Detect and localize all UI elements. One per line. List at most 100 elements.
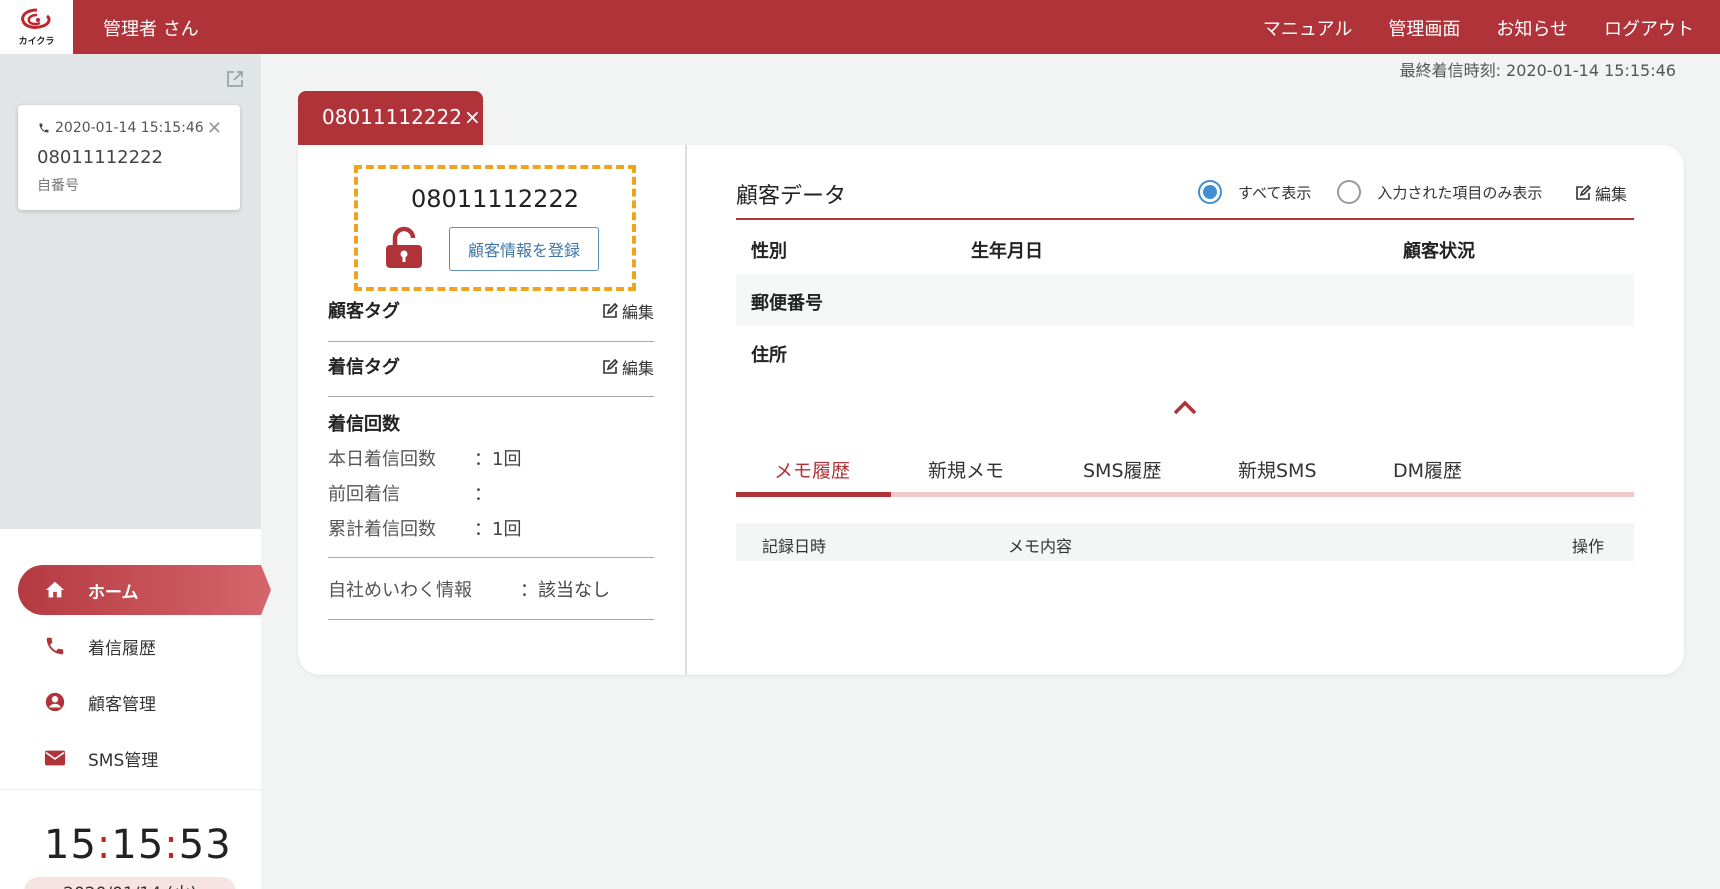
tab-new-sms[interactable]: 新規SMS bbox=[1238, 456, 1317, 483]
phone-icon bbox=[39, 123, 49, 133]
sidebar-item-label: ホーム bbox=[88, 582, 139, 603]
total-count-row: 累計着信回数 ：1回 bbox=[328, 515, 521, 541]
col-record-date: 記録日時 bbox=[762, 537, 827, 556]
call-timestamp: 2020-01-14 15:15:46 bbox=[38, 120, 204, 136]
section-divider bbox=[328, 396, 654, 397]
gender-label: 性別 bbox=[751, 241, 787, 262]
previous-call-row: 前回着信 ： bbox=[328, 480, 492, 506]
close-icon[interactable]: × bbox=[464, 105, 481, 129]
sidebar-item-label: 着信履歴 bbox=[88, 638, 156, 659]
sidebar-item-label: 顧客管理 bbox=[88, 694, 156, 715]
sidebar-item-customers[interactable]: 顧客管理 bbox=[18, 677, 261, 727]
section-divider bbox=[328, 557, 654, 558]
sidebar-item-sms[interactable]: SMS管理 bbox=[18, 733, 261, 783]
column-divider bbox=[685, 145, 687, 675]
chevron-up-icon[interactable] bbox=[1171, 398, 1199, 420]
memo-tabs: メモ履歴 新規メモ SMS履歴 新規SMS DM履歴 bbox=[736, 456, 1634, 496]
edit-icon bbox=[603, 359, 618, 374]
incoming-tag-title: 着信タグ bbox=[328, 357, 400, 378]
app-logo[interactable]: カイクラ bbox=[0, 0, 73, 54]
previous-call-value: ： bbox=[474, 484, 492, 505]
nuisance-info-row: 自社めいわく情報 ：該当なし bbox=[328, 576, 654, 602]
incoming-call-card[interactable]: 2020-01-14 15:15:46 ✕ 08011112222 自番号 bbox=[18, 105, 240, 210]
customer-data-title: 顧客データ bbox=[736, 184, 847, 209]
sidebar-item-label: SMS管理 bbox=[88, 750, 159, 771]
clock-seconds: 53 bbox=[178, 822, 232, 868]
nav-notices[interactable]: お知らせ bbox=[1496, 15, 1568, 41]
customer-tag-title: 顧客タグ bbox=[328, 301, 400, 322]
nuisance-info-label: 自社めいわく情報 bbox=[328, 580, 472, 601]
incoming-tag-row: 着信タグ 編集 bbox=[328, 353, 654, 379]
incoming-tag-edit-button[interactable]: 編集 bbox=[602, 355, 654, 379]
section-divider bbox=[328, 341, 654, 342]
nav-admin[interactable]: 管理画面 bbox=[1388, 15, 1460, 41]
edit-label: 編集 bbox=[621, 303, 654, 322]
display-mode-radio-group: すべて表示 入力された項目のみ表示 bbox=[1198, 180, 1542, 204]
radio-show-filled[interactable] bbox=[1337, 180, 1362, 204]
customer-row-address: 住所 bbox=[736, 326, 1634, 378]
radio-show-all[interactable] bbox=[1198, 180, 1222, 204]
digital-clock: 15:15:53 bbox=[44, 822, 232, 868]
nav-manual[interactable]: マニュアル bbox=[1263, 15, 1352, 41]
memo-tab-indicator bbox=[736, 492, 891, 497]
call-label: 自番号 bbox=[37, 178, 79, 194]
sidebar-divider bbox=[0, 789, 261, 790]
last-call-time: 最終着信時刻: 2020-01-14 15:15:46 bbox=[1399, 61, 1676, 80]
customer-tag-row: 顧客タグ 編集 bbox=[328, 297, 654, 323]
call-number: 08011112222 bbox=[37, 147, 163, 168]
call-count-title-row: 着信回数 bbox=[328, 410, 654, 436]
memo-table-header: 記録日時 メモ内容 操作 bbox=[736, 523, 1634, 561]
customer-data-underline bbox=[736, 218, 1634, 220]
today-count-row: 本日着信回数 ：1回 bbox=[328, 445, 521, 471]
edit-icon bbox=[603, 303, 618, 318]
customer-status-label: 顧客状況 bbox=[1403, 241, 1475, 262]
top-nav: マニュアル 管理画面 お知らせ ログアウト bbox=[1263, 15, 1694, 41]
edit-label: 編集 bbox=[621, 359, 654, 378]
postal-code-label: 郵便番号 bbox=[751, 293, 823, 314]
customer-edit-button[interactable]: 編集 bbox=[1575, 181, 1627, 205]
customer-row-postal: 郵便番号 bbox=[736, 274, 1634, 326]
clock-date: 2020/01/14 (火) bbox=[24, 877, 236, 889]
clock-minutes: 15 bbox=[111, 822, 165, 868]
nuisance-info-value: ：該当なし bbox=[520, 580, 610, 601]
section-divider bbox=[328, 619, 654, 620]
sidebar-item-home[interactable]: ホーム bbox=[18, 565, 271, 615]
logo-text: カイクラ bbox=[18, 37, 55, 47]
phone-icon bbox=[42, 635, 68, 657]
user-name: 管理者 さん bbox=[103, 19, 199, 40]
tab-phone-label: 08011112222 bbox=[322, 105, 462, 129]
app-header: カイクラ 管理者 さん マニュアル 管理画面 お知らせ ログアウト bbox=[0, 0, 1720, 54]
birthday-label: 生年月日 bbox=[971, 241, 1043, 262]
edit-label: 編集 bbox=[1595, 185, 1628, 204]
nav-logout[interactable]: ログアウト bbox=[1604, 15, 1694, 41]
mail-icon bbox=[42, 749, 68, 767]
total-count-value: ：1回 bbox=[474, 519, 522, 540]
tab-sms-history[interactable]: SMS履歴 bbox=[1083, 456, 1162, 483]
col-memo-content: メモ内容 bbox=[1008, 537, 1073, 556]
caller-phone-number: 08011112222 bbox=[411, 185, 579, 213]
today-count-value: ：1回 bbox=[474, 449, 522, 470]
tab-new-memo[interactable]: 新規メモ bbox=[928, 456, 1004, 483]
unlock-icon[interactable] bbox=[383, 226, 425, 274]
popout-icon[interactable] bbox=[225, 69, 245, 93]
home-icon bbox=[42, 579, 68, 601]
tab-memo-history[interactable]: メモ履歴 bbox=[774, 456, 850, 483]
tab-dm-history[interactable]: DM履歴 bbox=[1393, 456, 1462, 483]
register-customer-button[interactable]: 顧客情報を登録 bbox=[449, 227, 599, 271]
call-timestamp-text: 2020-01-14 15:15:46 bbox=[55, 120, 204, 136]
col-action: 操作 bbox=[1572, 537, 1605, 556]
tab-phone-number[interactable]: 08011112222 × bbox=[298, 91, 483, 145]
customer-tag-edit-button[interactable]: 編集 bbox=[602, 299, 654, 323]
total-count-label: 累計着信回数 bbox=[328, 519, 436, 540]
logo-icon bbox=[20, 8, 51, 29]
call-count-title: 着信回数 bbox=[328, 414, 400, 435]
close-icon[interactable]: ✕ bbox=[207, 118, 222, 139]
user-circle-icon bbox=[42, 691, 68, 713]
address-label: 住所 bbox=[751, 345, 787, 366]
sidebar-item-history[interactable]: 着信履歴 bbox=[18, 621, 261, 671]
today-count-label: 本日着信回数 bbox=[328, 449, 436, 470]
customer-row-basic: 性別 生年月日 顧客状況 bbox=[736, 222, 1634, 274]
radio-show-all-label[interactable]: すべて表示 bbox=[1238, 182, 1311, 203]
clock-hours: 15 bbox=[44, 822, 97, 868]
radio-show-filled-label[interactable]: 入力された項目のみ表示 bbox=[1377, 182, 1542, 203]
